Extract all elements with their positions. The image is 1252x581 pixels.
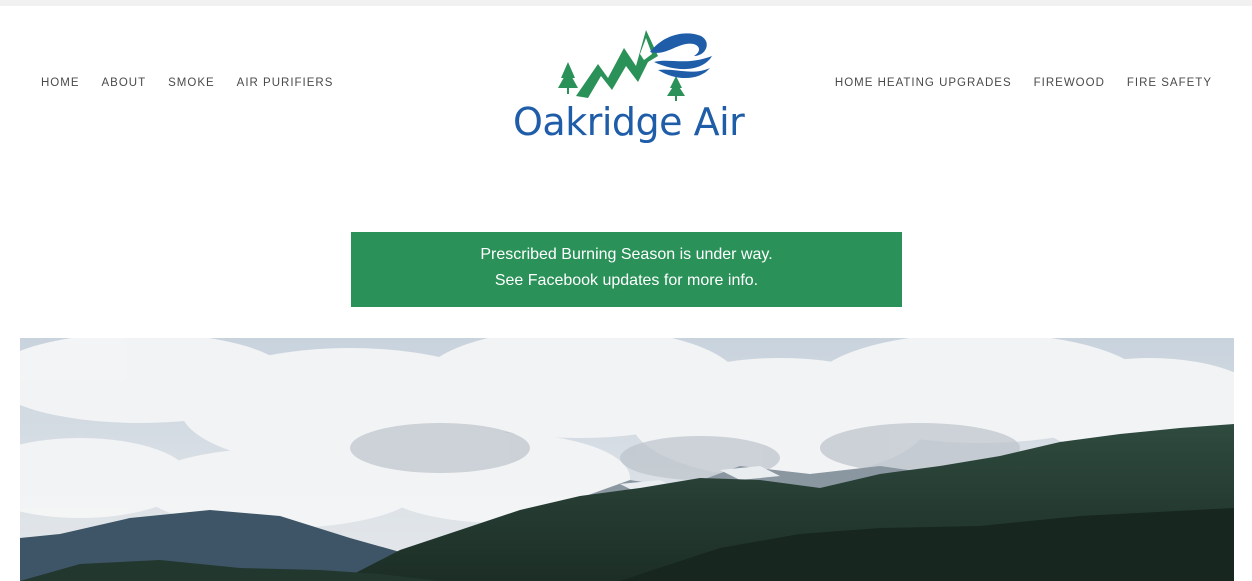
announcement-banner[interactable]: Prescribed Burning Season is under way. … <box>351 232 902 307</box>
nav-smoke[interactable]: SMOKE <box>168 77 215 89</box>
banner-line-1: Prescribed Burning Season is under way. <box>480 246 773 263</box>
nav-air-purifiers[interactable]: AIR PURIFIERS <box>237 77 334 89</box>
nav-about[interactable]: ABOUT <box>102 77 147 89</box>
logo-mountain-wave-icon <box>558 30 712 101</box>
hero-image <box>20 338 1234 581</box>
mountain-landscape-photo-icon <box>20 338 1234 581</box>
nav-fire-safety[interactable]: FIRE SAFETY <box>1127 77 1212 89</box>
site-logo[interactable]: Oakridge Air <box>506 26 746 148</box>
top-edge-bar <box>0 0 1252 6</box>
nav-home-heating-upgrades[interactable]: HOME HEATING UPGRADES <box>835 77 1012 89</box>
nav-home[interactable]: HOME <box>41 77 80 89</box>
primary-nav-right: HOME HEATING UPGRADES FIREWOOD FIRE SAFE… <box>835 77 1212 89</box>
banner-facebook-link[interactable]: See Facebook updates for more info. <box>495 272 758 289</box>
nav-firewood[interactable]: FIREWOOD <box>1034 77 1105 89</box>
logo-text: Oakridge Air <box>513 100 745 144</box>
primary-nav-left: HOME ABOUT SMOKE AIR PURIFIERS <box>41 77 333 89</box>
